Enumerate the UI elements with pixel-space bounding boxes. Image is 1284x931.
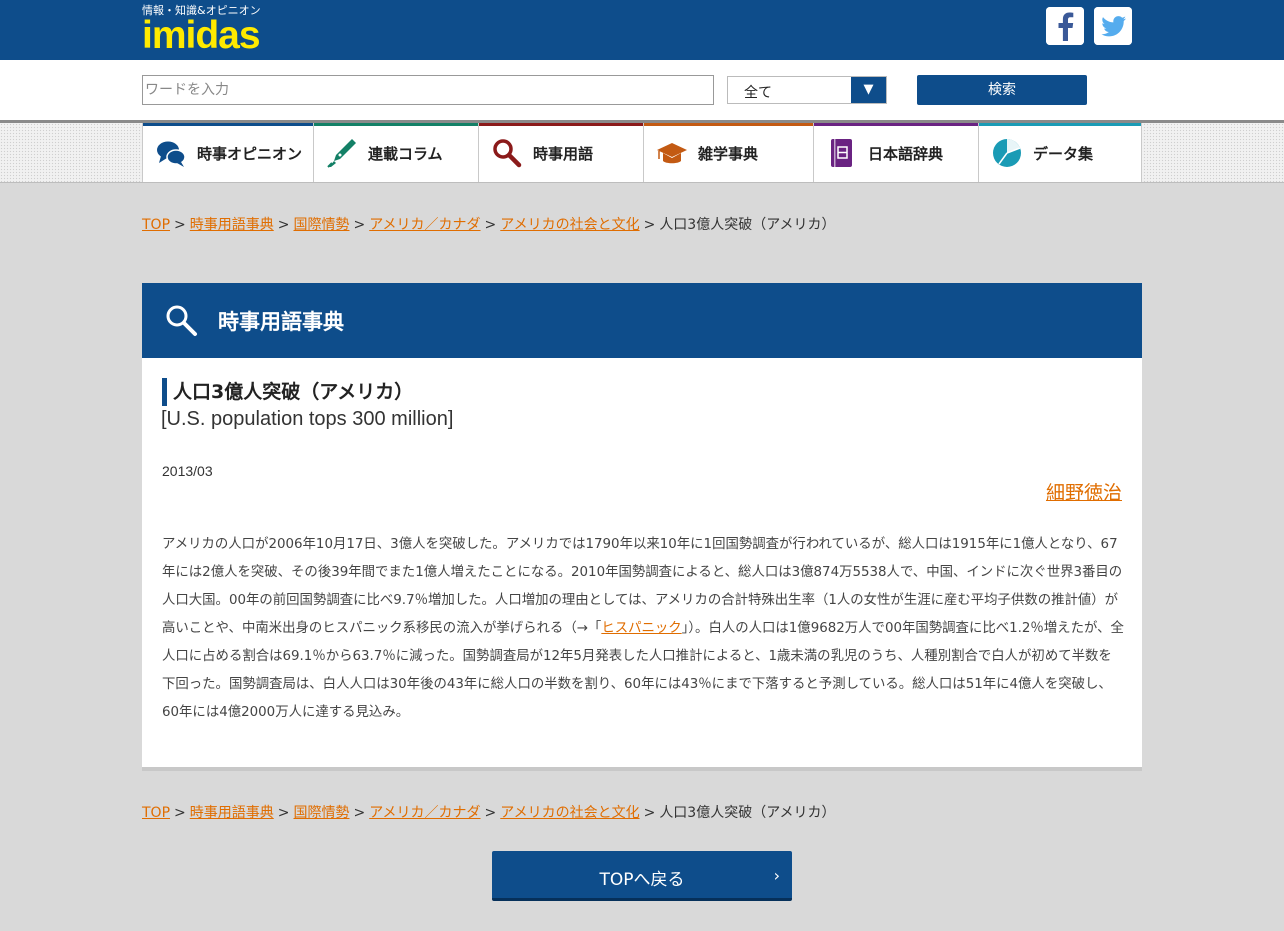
nav-accent-bar (814, 123, 978, 126)
breadcrumb-separator: > (353, 805, 366, 821)
back-to-top-label: TOPへ戻る (599, 870, 685, 890)
breadcrumb-link[interactable]: アメリカ／カナダ (369, 217, 480, 233)
breadcrumb-link[interactable]: アメリカ／カナダ (369, 805, 480, 821)
section-title: 時事用語事典 (218, 310, 344, 334)
nav-item-label: データ集 (1033, 145, 1094, 163)
category-select[interactable]: 全て ▼ (727, 76, 887, 104)
breadcrumb-link[interactable]: TOP (142, 217, 170, 233)
nav-item-data[interactable]: データ集 (978, 123, 1142, 182)
chevron-down-icon[interactable]: ▼ (851, 77, 886, 103)
related-term-link[interactable]: ヒスパニック (601, 621, 681, 636)
breadcrumb-separator: > (484, 217, 497, 233)
breadcrumb-link[interactable]: 国際情勢 (293, 805, 349, 821)
breadcrumb-separator: > (174, 805, 186, 821)
breadcrumb-link[interactable]: 国際情勢 (293, 217, 349, 233)
top-header: 情報・知識&オピニオン imidas (0, 0, 1284, 60)
author-link[interactable]: 細野徳治 (1046, 478, 1122, 505)
article-body: アメリカの人口が2006年10月17日、3億人を突破した。アメリカでは1790年… (162, 531, 1124, 727)
nav-accent-bar (644, 123, 813, 126)
site-logo[interactable]: 情報・知識&オピニオン imidas (142, 4, 261, 57)
article-title-en: [U.S. population tops 300 million] (161, 408, 454, 430)
logo-wordmark: imidas (142, 14, 261, 57)
nav-accent-bar (314, 123, 478, 126)
back-to-top-button[interactable]: TOPへ戻る › (492, 851, 792, 901)
nav-accent-bar (979, 123, 1141, 126)
nav-item-label: 時事用語 (533, 145, 594, 163)
facebook-icon[interactable] (1046, 7, 1084, 45)
breadcrumb-separator: > (174, 217, 186, 233)
nav-accent-bar (479, 123, 643, 126)
breadcrumb-separator: > (643, 805, 656, 821)
article-title: 人口3億人突破（アメリカ） (162, 378, 413, 406)
search-bar: 全て ▼ 検索 (0, 60, 1284, 120)
nav-item-opinion[interactable]: 時事オピニオン (142, 123, 313, 182)
nav-item-trivia[interactable]: 雑学事典 (643, 123, 813, 182)
mortarboard-icon (656, 137, 688, 169)
article-date: 2013/03 (162, 463, 213, 479)
breadcrumb-separator: > (353, 217, 366, 233)
nav-item-dictionary[interactable]: 日本語辞典 (813, 123, 978, 182)
twitter-icon[interactable] (1094, 7, 1132, 45)
nav-item-label: 時事オピニオン (197, 145, 303, 163)
nav-item-label: 連載コラム (368, 145, 443, 163)
search-input[interactable] (142, 75, 714, 105)
breadcrumb-link[interactable]: アメリカの社会と文化 (500, 805, 639, 821)
nav-item-column[interactable]: 連載コラム (313, 123, 478, 182)
breadcrumb-current: 人口3億人突破（アメリカ） (659, 217, 836, 233)
search-button[interactable]: 検索 (917, 75, 1087, 105)
breadcrumb-link[interactable]: TOP (142, 805, 170, 821)
chevron-right-icon: › (773, 866, 780, 885)
breadcrumb-current: 人口3億人突破（アメリカ） (659, 805, 836, 821)
nav-item-label: 日本語辞典 (868, 145, 944, 163)
magnifier-icon (491, 137, 523, 169)
breadcrumb-link[interactable]: 時事用語事典 (190, 805, 274, 821)
breadcrumb-bottom: TOP > 時事用語事典 > 国際情勢 > アメリカ／カナダ > アメリカの社会と文化 > 人口3億… (142, 802, 836, 822)
nav-item-label: 雑学事典 (698, 145, 759, 163)
pen-icon (326, 137, 358, 169)
main-nav: 時事オピニオン 連載コラム 時事用語 雑学事典 日本語辞典 データ集 (142, 123, 1142, 182)
main-nav-band: 時事オピニオン 連載コラム 時事用語 雑学事典 日本語辞典 データ集 (0, 120, 1284, 183)
nav-item-terms[interactable]: 時事用語 (478, 123, 643, 182)
category-select-value: 全て (744, 85, 772, 101)
dictionary-icon (826, 137, 858, 169)
section-header: 時事用語事典 (142, 283, 1142, 358)
breadcrumb-link[interactable]: 時事用語事典 (190, 217, 274, 233)
pie-chart-icon (991, 137, 1023, 169)
breadcrumb-separator: > (277, 805, 290, 821)
breadcrumb-separator: > (643, 217, 656, 233)
breadcrumb-link[interactable]: アメリカの社会と文化 (500, 217, 639, 233)
breadcrumb-separator: > (277, 217, 290, 233)
article-panel: 人口3億人突破（アメリカ） [U.S. population tops 300 … (142, 358, 1142, 771)
breadcrumb: TOP > 時事用語事典 > 国際情勢 > アメリカ／カナダ > アメリカの社会と文化 > 人口3億… (142, 214, 836, 234)
nav-accent-bar (143, 123, 313, 126)
speech-bubbles-icon (155, 137, 187, 169)
magnifier-icon (164, 303, 198, 337)
breadcrumb-separator: > (484, 805, 497, 821)
